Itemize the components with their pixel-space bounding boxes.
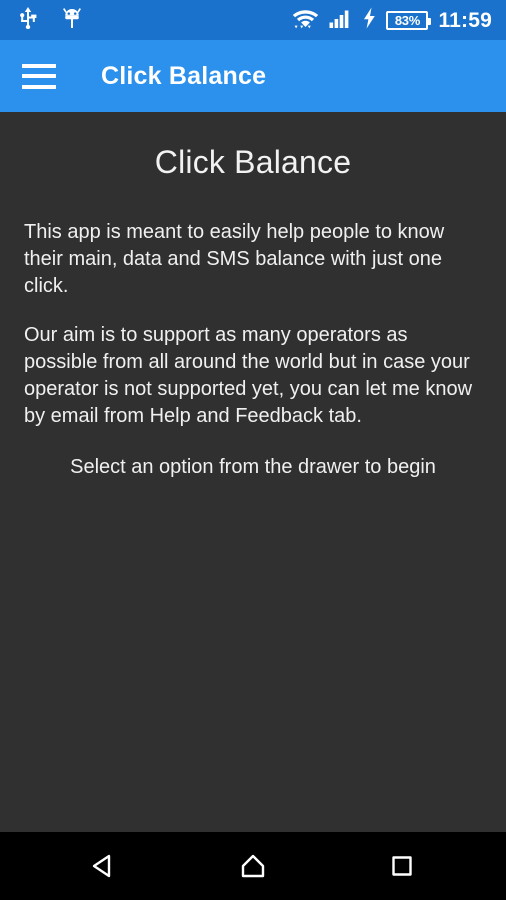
home-button[interactable] xyxy=(218,841,288,891)
android-debug-icon xyxy=(62,7,82,34)
main-content: Click Balance This app is meant to easil… xyxy=(0,112,506,832)
status-bar: 83% 11:59 xyxy=(0,0,506,40)
system-navigation-bar xyxy=(0,832,506,900)
recents-square-icon xyxy=(391,856,412,876)
description-paragraph-2: Our aim is to support as many operators … xyxy=(24,324,473,427)
home-house-icon xyxy=(241,854,265,878)
charging-bolt-icon xyxy=(363,7,376,34)
app-bar-title: Click Balance xyxy=(101,61,267,90)
description-paragraph-1: This app is meant to easily help people … xyxy=(24,221,445,297)
battery-percent-label: 83% xyxy=(394,12,420,28)
back-button[interactable] xyxy=(69,841,139,891)
cellular-signal-icon xyxy=(329,7,353,34)
wifi-icon xyxy=(292,7,319,34)
status-bar-left-icons xyxy=(18,6,82,34)
drawer-hint-text: Select an option from the drawer to begi… xyxy=(70,456,436,478)
battery-outline: 83% xyxy=(386,10,432,30)
status-bar-right-icons: 83% 11:59 xyxy=(292,7,492,34)
back-triangle-icon xyxy=(93,854,111,878)
app-bar: Click Balance xyxy=(0,40,506,112)
usb-icon xyxy=(18,6,38,34)
page-title: Click Balance xyxy=(154,144,352,180)
phone-screen: 83% 11:59 Click Balance Click Balance Th… xyxy=(0,0,506,900)
hamburger-bar-1 xyxy=(22,63,56,68)
recents-button[interactable] xyxy=(367,841,437,891)
status-bar-clock: 11:59 xyxy=(438,8,492,32)
hamburger-bar-3 xyxy=(22,84,56,89)
hamburger-menu-icon[interactable] xyxy=(22,63,56,89)
battery-indicator: 83% xyxy=(386,10,432,30)
hamburger-bar-2 xyxy=(22,74,56,78)
